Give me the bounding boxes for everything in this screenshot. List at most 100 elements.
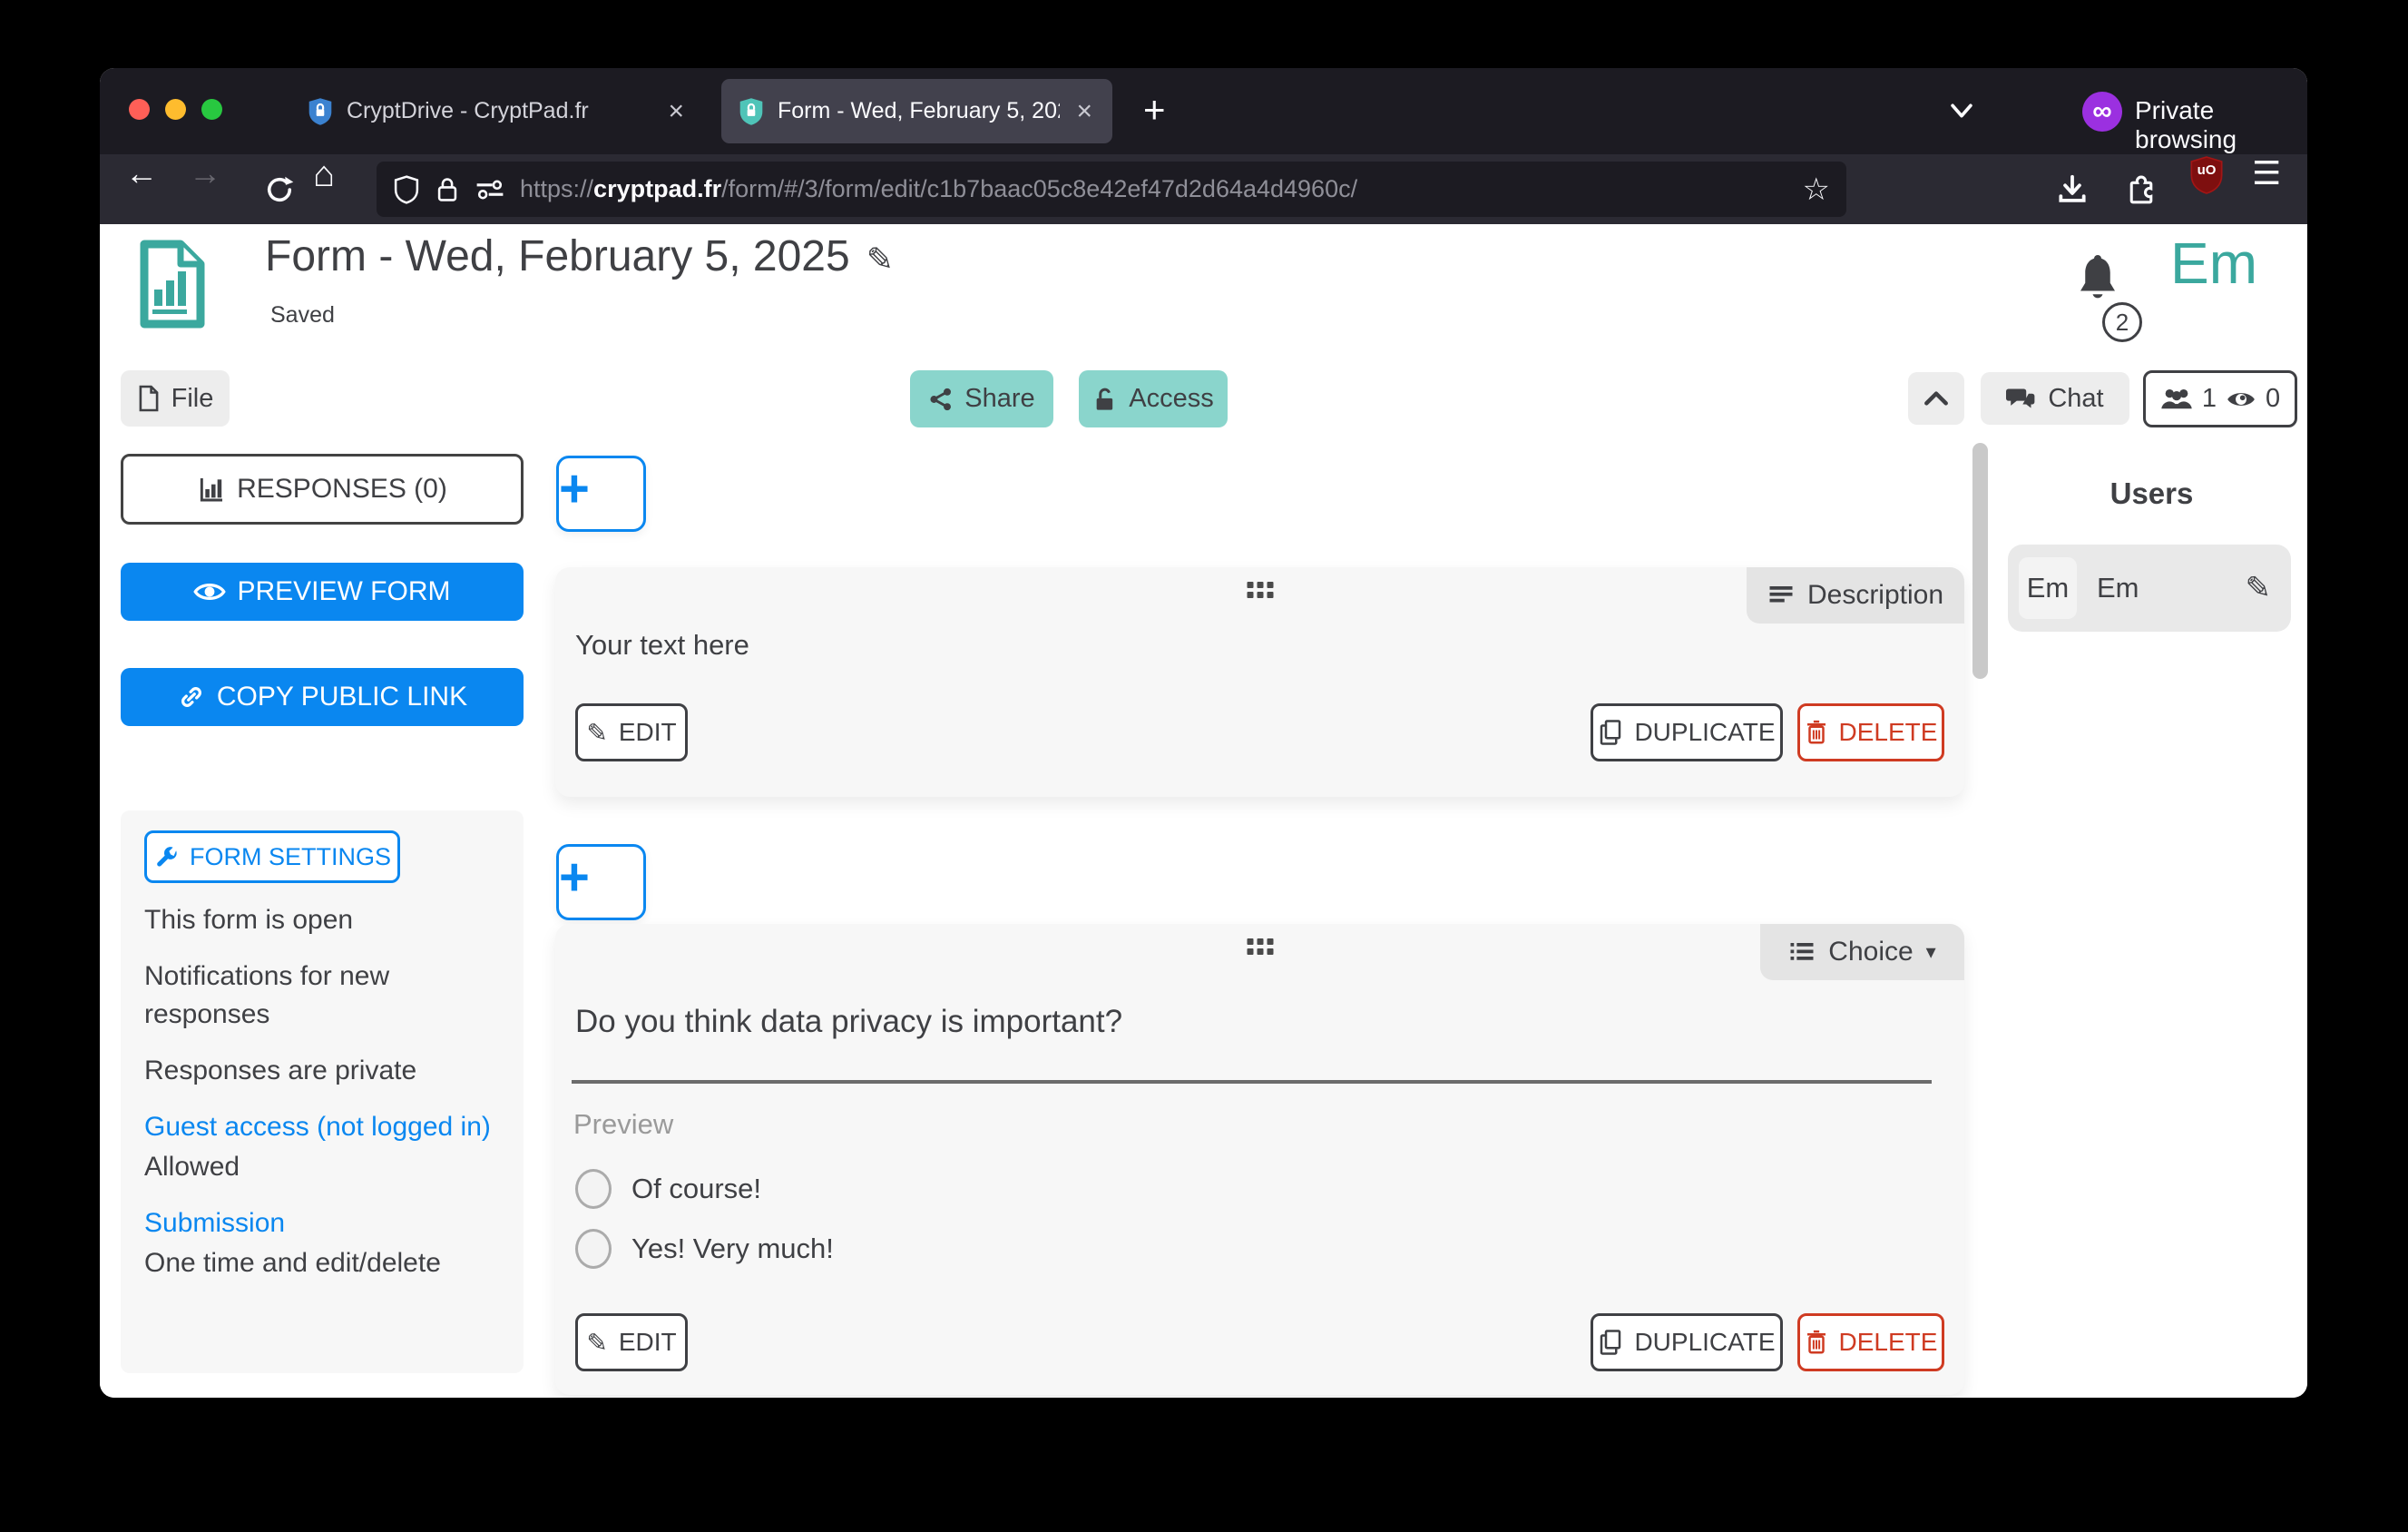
private-browsing-icon: ∞ (2082, 92, 2122, 132)
chevron-up-icon (1922, 387, 1951, 410)
eye-icon (2226, 388, 2256, 411)
trash-icon (1805, 1329, 1828, 1356)
block-type-description: Description (1747, 567, 1964, 624)
responses-privacy-status: Responses are private (144, 1052, 500, 1090)
session-users-indicator[interactable]: 1 0 (2143, 370, 2297, 427)
tab-form-active[interactable]: Form - Wed, February 5, 2025 × (721, 79, 1112, 143)
submission-link[interactable]: Submission (144, 1204, 500, 1242)
bookmark-star-icon[interactable]: ☆ (1803, 172, 1830, 208)
form-open-status: This form is open (144, 901, 500, 939)
downloads-icon[interactable] (2055, 154, 2090, 224)
tab-cryptdrive[interactable]: CryptDrive - CryptPad.fr × (290, 79, 704, 143)
guest-access-link[interactable]: Guest access (not logged in) (144, 1108, 500, 1146)
delete-button[interactable]: DELETE (1797, 1313, 1944, 1371)
description-text: Your text here (575, 629, 749, 662)
question-input[interactable]: Do you think data privacy is important? (575, 1004, 1122, 1040)
forward-icon[interactable]: → (189, 154, 243, 224)
choice-option[interactable]: Of course! (575, 1169, 761, 1209)
new-tab-button[interactable]: + (1134, 84, 1175, 135)
pencil-icon: ✎ (586, 1328, 607, 1358)
block-type-choice[interactable]: Choice ▾ (1760, 924, 1964, 980)
minimize-window-button[interactable] (165, 99, 186, 120)
close-tab-icon[interactable]: × (1072, 96, 1096, 127)
question-underline (572, 1080, 1932, 1084)
user-avatar[interactable]: Em (2170, 230, 2257, 297)
option-label: Yes! Very much! (631, 1232, 834, 1265)
guest-access-value: Allowed (144, 1148, 500, 1186)
extensions-puzzle-icon[interactable] (2123, 154, 2159, 224)
preview-label: Preview (573, 1108, 673, 1141)
ublock-origin-icon[interactable]: uO (2188, 154, 2225, 196)
submission-value: One time and edit/delete (144, 1244, 500, 1282)
editors-count: 1 (2202, 384, 2217, 414)
save-status: Saved (270, 302, 335, 329)
edit-name-pencil-icon[interactable]: ✎ (2246, 570, 2272, 606)
list-all-tabs-icon[interactable] (1946, 97, 1977, 124)
drag-handle-icon[interactable] (1247, 938, 1273, 955)
hamburger-menu-icon[interactable]: ☰ (2252, 154, 2281, 224)
preview-form-button[interactable]: PREVIEW FORM (121, 563, 524, 621)
edit-button[interactable]: ✎EDIT (575, 703, 688, 761)
pencil-icon: ✎ (586, 718, 607, 748)
duplicate-button[interactable]: DUPLICATE (1591, 1313, 1783, 1371)
connection-lock-icon[interactable] (435, 174, 460, 205)
file-menu-button[interactable]: File (121, 370, 230, 427)
close-window-button[interactable] (129, 99, 150, 120)
scrollbar-thumb[interactable] (1972, 443, 1988, 679)
notifications-count-badge: 2 (2102, 302, 2142, 342)
cryptpad-form-app: Form - Wed, February 5, 2025✎ Saved 2 Em… (100, 224, 2307, 1398)
tab-title: CryptDrive - CryptPad.fr (347, 98, 651, 124)
radio-icon[interactable] (575, 1229, 612, 1269)
home-icon[interactable]: ⌂ (313, 154, 367, 224)
reload-icon[interactable] (252, 154, 307, 224)
file-icon (137, 384, 161, 413)
users-panel-title: Users (1996, 476, 2307, 511)
copy-public-link-button[interactable]: COPY PUBLIC LINK (121, 668, 524, 726)
collapse-toolbar-button[interactable] (1908, 372, 1964, 425)
share-button[interactable]: Share (910, 370, 1053, 427)
add-block-button[interactable]: + (556, 844, 646, 920)
cryptpad-shield-favicon (307, 97, 334, 126)
access-button[interactable]: Access (1079, 370, 1228, 427)
form-document-icon (136, 238, 209, 330)
link-icon (177, 683, 206, 712)
form-settings-panel: FORM SETTINGS This form is open Notifica… (121, 810, 524, 1373)
drag-handle-icon[interactable] (1247, 582, 1273, 598)
choice-option[interactable]: Yes! Very much! (575, 1229, 834, 1269)
delete-button[interactable]: DELETE (1797, 703, 1944, 761)
wrench-icon (153, 844, 179, 869)
user-list-item[interactable]: Em Em ✎ (2008, 545, 2291, 632)
copy-icon (1598, 1329, 1623, 1356)
cryptpad-shield-favicon (738, 97, 765, 126)
navigation-toolbar: ← → ⌂ https://cryptpad.fr/form/#/3/form/… (100, 154, 2307, 224)
add-block-button[interactable]: + (556, 456, 646, 532)
users-icon (2160, 386, 2193, 413)
chat-button[interactable]: Chat (1981, 372, 2129, 425)
edit-button[interactable]: ✎EDIT (575, 1313, 688, 1371)
maximize-window-button[interactable] (201, 99, 222, 120)
url-text: https://cryptpad.fr/form/#/3/form/edit/c… (520, 175, 1788, 203)
user-avatar-chip: Em (2019, 557, 2077, 619)
option-label: Of course! (631, 1173, 761, 1205)
share-icon (928, 386, 954, 413)
tab-bar: CryptDrive - CryptPad.fr × Form - Wed, F… (100, 68, 2307, 154)
align-left-icon (1767, 584, 1795, 607)
close-tab-icon[interactable]: × (664, 96, 688, 127)
notifications-bell-icon[interactable] (2070, 251, 2125, 308)
permissions-icon[interactable] (475, 176, 505, 203)
tracking-protection-shield-icon[interactable] (393, 174, 420, 205)
responses-button[interactable]: RESPONSES (0) (121, 454, 524, 525)
description-block: Description Your text here ✎EDIT DUPLICA… (555, 567, 1964, 797)
duplicate-button[interactable]: DUPLICATE (1591, 703, 1783, 761)
chat-bubbles-icon (2006, 385, 2037, 412)
notifications-status: Notifications for new responses (144, 958, 500, 1034)
rename-pencil-icon[interactable]: ✎ (866, 241, 894, 279)
unlock-icon (1092, 385, 1118, 414)
back-icon[interactable]: ← (125, 154, 180, 224)
eye-icon (193, 579, 226, 604)
form-settings-button[interactable]: FORM SETTINGS (144, 830, 400, 883)
url-bar[interactable]: https://cryptpad.fr/form/#/3/form/edit/c… (377, 162, 1846, 217)
caret-down-icon: ▾ (1926, 940, 1936, 964)
trash-icon (1805, 719, 1828, 746)
radio-icon[interactable] (575, 1169, 612, 1209)
